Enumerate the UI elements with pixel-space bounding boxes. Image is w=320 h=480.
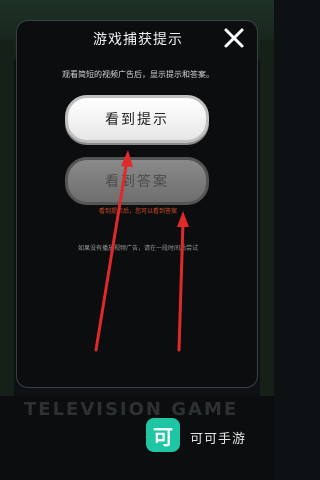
dialog-description: 观看简短的视频广告后，显示提示和答案。	[62, 70, 214, 79]
hint-dialog: 游戏捕获提示 观看简短的视频广告后，显示提示和答案。 看到提示 看到答案 看到提…	[16, 20, 258, 388]
see-answer-button[interactable]: 看到答案	[65, 157, 209, 205]
watermark-logo-char: 可	[153, 424, 173, 449]
see-hint-button[interactable]: 看到提示	[65, 95, 209, 143]
close-button[interactable]	[220, 24, 248, 52]
ad-note-text: 如果没有播放视频广告，请在一段时间后尝试	[77, 245, 198, 252]
see-hint-label: 看到提示	[105, 112, 169, 128]
background-strip-text: TELEVISION GAME	[24, 399, 239, 420]
watermark-text: 可可手游	[190, 432, 247, 447]
game-background-left	[0, 40, 14, 400]
game-background-right	[260, 40, 274, 400]
see-answer-label: 看到答案	[105, 174, 169, 190]
watermark-logo: 可	[146, 418, 180, 452]
answer-hint-text: 看到提示后，您可以看到答案	[98, 208, 177, 215]
close-icon	[224, 28, 244, 48]
